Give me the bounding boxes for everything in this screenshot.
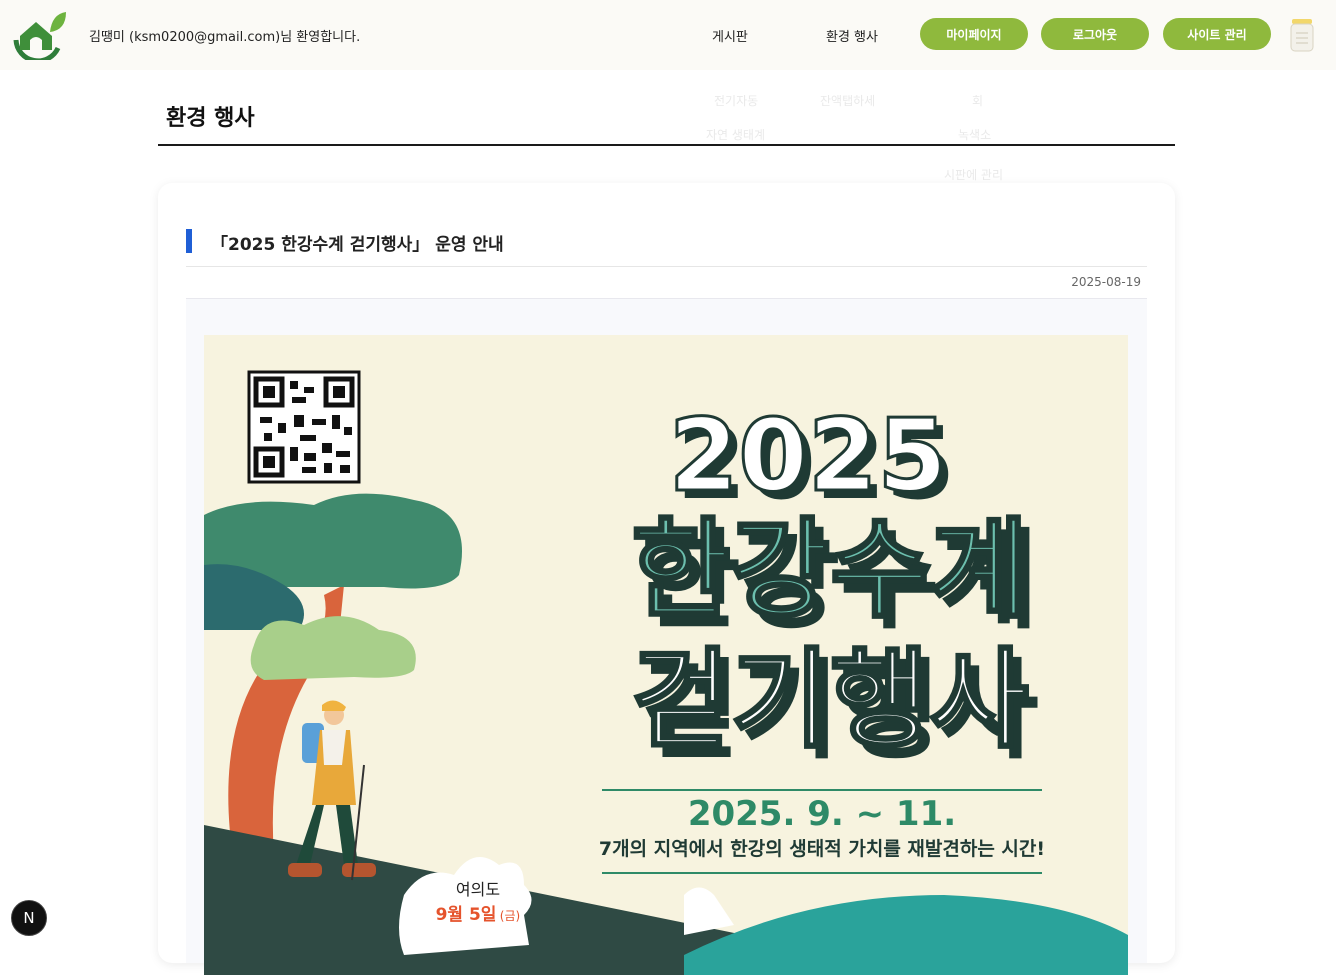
house-leaf-logo-icon[interactable] <box>12 10 68 60</box>
poster-tagline: 7개의 지역에서 한강의 생태적 가치를 재발견하는 시간! <box>599 838 1045 860</box>
location-day: (금) <box>500 909 520 923</box>
ghost-menu-item: 회 <box>972 94 984 108</box>
top-navigation-bar: 김땡미 (ksm0200@gmail.com)님 환영합니다. 게시판 환경 행… <box>0 0 1336 70</box>
nav-board-link[interactable]: 게시판 <box>712 26 748 45</box>
nav-events-link[interactable]: 환경 행사 <box>826 26 878 45</box>
poster-headline-bottom: 걷기행사 <box>631 638 1028 763</box>
post-title-divider <box>186 266 1147 267</box>
jar-icon[interactable] <box>1288 17 1316 53</box>
ghost-menu-item: 녹색소 <box>958 128 992 142</box>
title-divider <box>158 144 1175 146</box>
dev-tools-badge[interactable]: N <box>11 900 47 936</box>
mypage-button[interactable]: 마이페이지 <box>920 18 1028 50</box>
ghost-menu-item: 자연 생태계 <box>706 128 766 142</box>
title-accent-bar <box>186 229 192 253</box>
page-title: 환경 행사 <box>166 106 255 131</box>
ghost-menu-item: 시판에 관리 <box>944 168 1004 182</box>
event-poster-image: 2025 2025 한강수계 한강수계 걷기행사 걷기행사 2025. 9. ~… <box>204 335 1128 975</box>
logout-button[interactable]: 로그아웃 <box>1041 18 1149 50</box>
location-date: 9월 5일 <box>436 905 497 925</box>
ghost-menu-item: 잔액탭하세 <box>820 94 876 108</box>
welcome-message: 김땡미 (ksm0200@gmail.com)님 환영합니다. <box>89 30 361 45</box>
ghost-menu-item: 전기자동 <box>714 94 759 108</box>
post-title: 「2025 한강수계 걷기행사」 운영 안내 <box>211 235 504 255</box>
qr-code-icon <box>247 370 361 484</box>
post-content: 2025 2025 한강수계 한강수계 걷기행사 걷기행사 2025. 9. ~… <box>186 299 1147 975</box>
site-admin-button[interactable]: 사이트 관리 <box>1163 18 1271 50</box>
poster-dates: 2025. 9. ~ 11. <box>688 794 956 834</box>
poster-year: 2025 <box>669 397 947 514</box>
post-date: 2025-08-19 <box>1071 275 1141 289</box>
post-card: 「2025 한강수계 걷기행사」 운영 안내 2025-08-19 2025 2… <box>158 183 1175 975</box>
location-name: 여의도 <box>456 880 500 899</box>
poster-headline-top: 한강수계 <box>631 508 1028 633</box>
